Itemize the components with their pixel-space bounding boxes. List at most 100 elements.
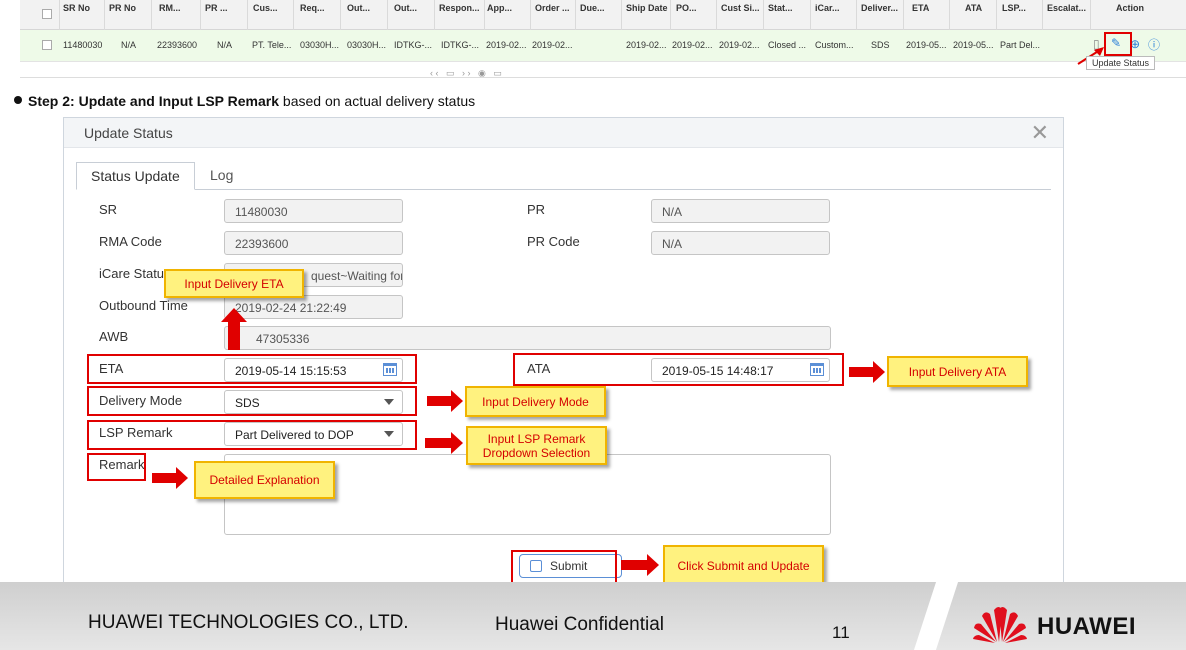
table-cell: N/A <box>217 40 233 50</box>
huawei-logo-icon <box>973 607 1027 643</box>
col-header: Action <box>1116 3 1144 13</box>
slide-footer: HUAWEI TECHNOLOGIES CO., LTD. Huawei Con… <box>0 582 1186 650</box>
col-header[interactable]: ATA <box>965 3 995 13</box>
callout-remark: Detailed Explanation <box>194 461 335 499</box>
highlight-ata-row <box>513 353 844 386</box>
step-suffix: based on actual delivery status <box>279 93 476 109</box>
callout-delivery-mode: Input Delivery Mode <box>465 386 606 417</box>
table-cell: Custom... <box>815 40 854 50</box>
pr-label: PR <box>527 202 546 217</box>
callout-lsp-remark: Input LSP Remark Dropdown Selection <box>466 426 607 465</box>
table-cell: 2019-02... <box>626 40 667 50</box>
arrow-right-icon <box>621 554 659 576</box>
dialog-tabs: Status Update Log <box>76 162 1051 190</box>
page-number: 11 <box>832 623 850 642</box>
select-all-checkbox[interactable] <box>42 9 52 19</box>
rma-code-label: RMA Code <box>99 234 162 249</box>
table-cell: 2019-05... <box>953 40 994 50</box>
col-header[interactable]: Stat... <box>768 3 808 13</box>
arrow-right-icon <box>425 432 463 454</box>
col-header[interactable]: iCar... <box>815 3 855 13</box>
outbound-time-label: Outbound Time <box>99 298 188 313</box>
company-name: HUAWEI TECHNOLOGIES CO., LTD. <box>88 612 409 633</box>
pr-field: N/A <box>651 199 830 223</box>
update-status-tooltip: Update Status <box>1086 56 1156 70</box>
col-header[interactable]: Cust Si... <box>721 3 763 13</box>
col-header[interactable]: App... <box>487 3 527 13</box>
col-header[interactable]: PO... <box>676 3 716 13</box>
rma-code-field: 22393600 <box>224 231 403 255</box>
table-cell: IDTKG-... <box>394 40 432 50</box>
awb-field: 47305336 <box>224 326 831 350</box>
dialog-header: Update Status ✕ <box>64 118 1063 148</box>
tab-log[interactable]: Log <box>196 162 247 190</box>
footer-divider <box>913 582 959 650</box>
bullet-icon <box>14 96 22 105</box>
table-cell: IDTKG-... <box>441 40 479 50</box>
highlight-eta-row <box>87 354 417 384</box>
table-row[interactable]: 11480030 N/A 22393600 N/A PT. Tele... 03… <box>20 30 1186 62</box>
row-checkbox[interactable] <box>42 40 52 50</box>
close-icon[interactable]: ✕ <box>1031 122 1049 144</box>
col-header[interactable]: LSP... <box>1002 3 1042 13</box>
pr-code-label: PR Code <box>527 234 580 249</box>
icare-status-label: iCare Status <box>99 266 171 281</box>
col-header[interactable]: Order ... <box>535 3 575 13</box>
step-instruction: Step 2: Update and Input LSP Remark base… <box>14 93 475 109</box>
col-header[interactable]: Out... <box>347 3 387 13</box>
col-header[interactable]: Deliver... <box>861 3 901 13</box>
col-header[interactable]: SR No <box>63 3 103 13</box>
col-header[interactable]: PR ... <box>205 3 245 13</box>
table-cell: SDS <box>871 40 890 50</box>
sr-field: 11480030 <box>224 199 403 223</box>
grid-header: SR No PR No RM... PR ... Cus... Req... O… <box>20 0 1186 30</box>
table-cell: 2019-02... <box>486 40 527 50</box>
callout-eta: Input Delivery ETA <box>164 269 304 298</box>
highlight-submit-button <box>511 550 617 584</box>
order-grid: SR No PR No RM... PR ... Cus... Req... O… <box>20 0 1186 78</box>
col-header[interactable]: Out... <box>394 3 434 13</box>
pagination-bar[interactable]: ‹ ‹ ▭ › › ◉ ▭ <box>430 68 502 77</box>
col-header[interactable]: Ship Date <box>626 3 670 13</box>
col-header[interactable]: ETA <box>912 3 942 13</box>
arrow-up-icon <box>221 308 247 350</box>
table-cell: 03030H... <box>300 40 340 50</box>
outbound-time-field: 2019-02-24 21:22:49 <box>224 295 403 319</box>
table-cell: PT. Tele... <box>252 40 292 50</box>
info-icon[interactable]: ⓘ <box>1148 36 1160 53</box>
table-cell: 03030H... <box>347 40 387 50</box>
table-cell: 2019-02... <box>672 40 713 50</box>
dialog-title: Update Status <box>84 125 173 141</box>
table-cell: N/A <box>121 40 137 50</box>
col-header[interactable]: PR No <box>109 3 149 13</box>
highlight-remark-label <box>87 453 146 481</box>
arrow-right-icon <box>152 467 188 489</box>
step-bold: Update and Input LSP Remark <box>78 93 280 109</box>
tab-status-update[interactable]: Status Update <box>76 162 195 190</box>
brand-name: HUAWEI <box>1037 613 1136 640</box>
confidential-label: Huawei Confidential <box>495 614 664 635</box>
callout-ata: Input Delivery ATA <box>887 356 1028 387</box>
table-cell: Part Del... <box>1000 40 1041 50</box>
col-header[interactable]: RM... <box>159 3 199 13</box>
highlight-lsp-remark-row <box>87 420 417 450</box>
step-prefix: Step 2: <box>28 93 79 109</box>
col-header[interactable]: Cus... <box>253 3 293 13</box>
table-cell: 2019-02... <box>719 40 760 50</box>
awb-label: AWB <box>99 329 129 344</box>
callout-submit: Click Submit and Update <box>663 545 824 586</box>
table-cell: 22393600 <box>157 40 198 50</box>
table-cell: Closed ... <box>768 40 807 50</box>
highlight-edit-action <box>1104 32 1132 56</box>
col-header[interactable]: Respon... <box>439 3 484 13</box>
sr-label: SR <box>99 202 118 217</box>
arrow-right-icon <box>849 361 885 383</box>
table-cell: 2019-05... <box>906 40 947 50</box>
col-header[interactable]: Due... <box>580 3 620 13</box>
col-header[interactable]: Req... <box>300 3 340 13</box>
col-header[interactable]: Escalat... <box>1047 3 1091 13</box>
table-cell: 2019-02... <box>532 40 573 50</box>
highlight-delivery-mode-row <box>87 386 417 416</box>
arrow-right-icon <box>427 390 463 412</box>
table-cell: 11480030 <box>63 40 103 50</box>
